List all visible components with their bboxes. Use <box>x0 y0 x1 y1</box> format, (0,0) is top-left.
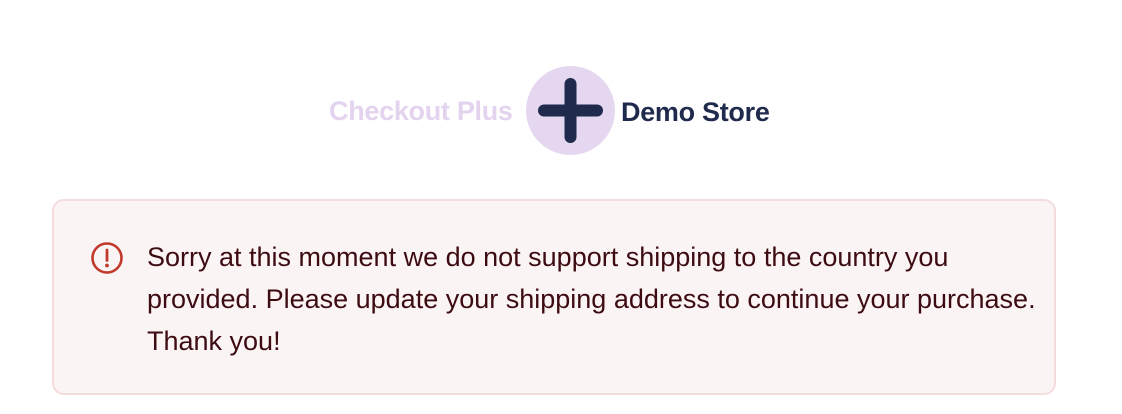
alert-circle-icon <box>91 242 123 274</box>
alert-message: Sorry at this moment we do not support s… <box>147 242 1036 356</box>
checkout-plus-logo-text: Checkout Plus <box>329 96 513 126</box>
store-logo: Checkout Plus Demo Store <box>0 66 1122 158</box>
demo-store-logo-text: Demo Store <box>621 97 770 127</box>
plus-logo-badge <box>526 66 615 155</box>
plus-icon <box>538 78 603 143</box>
shipping-error-alert: Sorry at this moment we do not support s… <box>52 199 1056 395</box>
